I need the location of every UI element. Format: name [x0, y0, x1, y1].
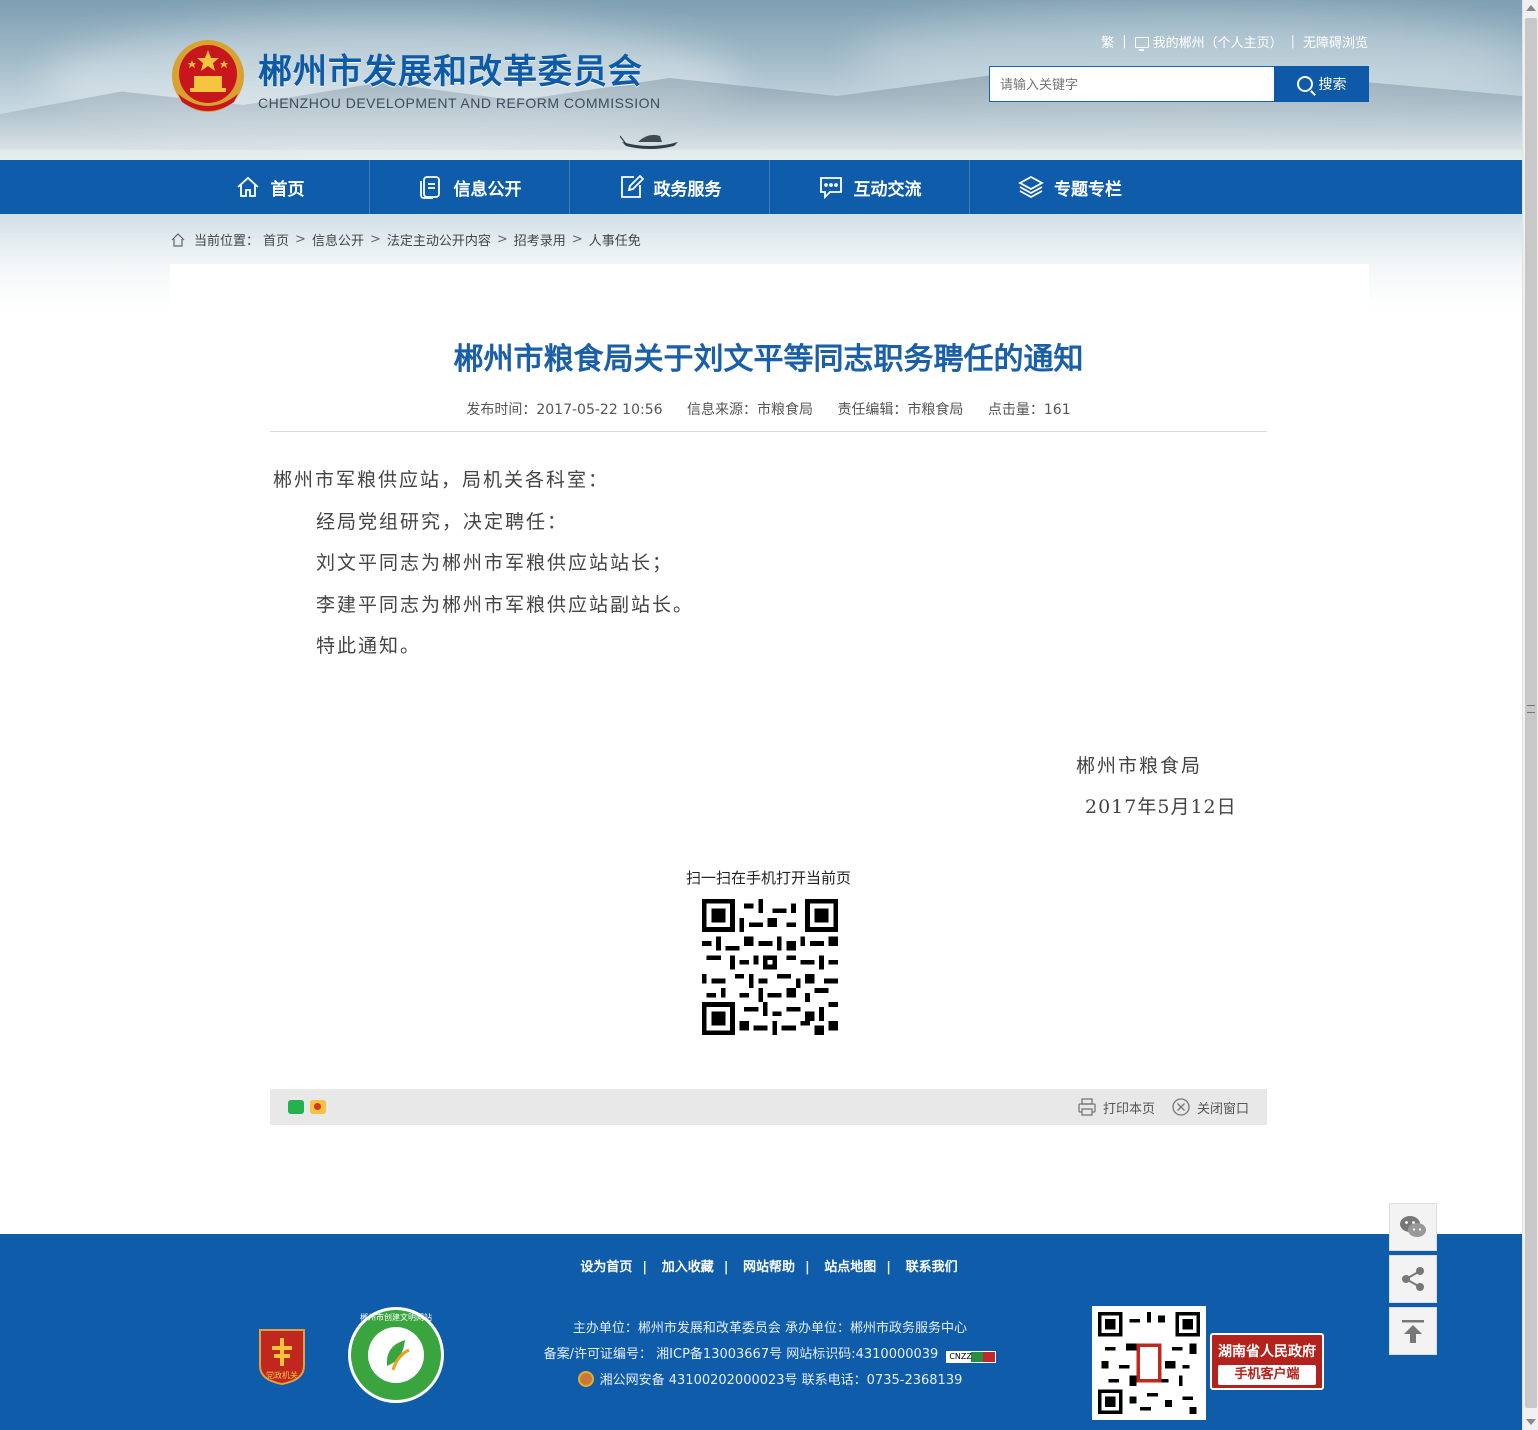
search-input[interactable]: [989, 66, 1274, 102]
qr-caption: 扫一扫在手机打开当前页: [685, 869, 851, 887]
editor: 责任编辑：市粮食局: [837, 402, 964, 418]
nav-info-public[interactable]: 信息公开: [370, 160, 570, 214]
footer-link-add-favorite[interactable]: 加入收藏: [662, 1260, 714, 1275]
app-qr-code-icon: [1098, 1312, 1200, 1414]
site-footer: 设为首页 | 加入收藏 | 网站帮助 | 站点地图 | 联系我们 党政机关 郴州市创建文…: [0, 1234, 1522, 1430]
close-icon: [1172, 1098, 1190, 1116]
scroll-grip-icon: [1527, 705, 1535, 713]
phone-icon: 手机客户端: [1218, 1365, 1316, 1385]
icp-line: 备案/许可证编号： 湘ICP备13003667号 网站标识码:431000003…: [440, 1342, 1100, 1368]
nav-special-topics[interactable]: 专题专栏: [970, 160, 1170, 214]
breadcrumb: 当前位置： 首页 > 信息公开 > 法定主动公开内容 > 招考录用 > 人事任免: [170, 230, 641, 249]
paragraph: 李建平同志为郴州市军粮供应站副站长。: [316, 593, 695, 616]
breadcrumb-item[interactable]: 信息公开: [312, 230, 364, 249]
article-toolbar: 打印本页 关闭窗口: [270, 1089, 1267, 1125]
share-button[interactable]: [1389, 1255, 1437, 1303]
home-icon: [236, 176, 259, 197]
close-window-button[interactable]: 关闭窗口: [1171, 1097, 1249, 1117]
page-qr-code: [702, 899, 838, 1035]
top-links: 繁 | 我的郴州（个人主页） | 无障碍浏览: [1101, 32, 1368, 51]
boat-illustration: [620, 134, 678, 149]
footer-links: 设为首页 | 加入收藏 | 网站帮助 | 站点地图 | 联系我们: [580, 1260, 958, 1275]
edit-icon: [620, 174, 644, 198]
wechat-icon: [1400, 1216, 1426, 1237]
national-emblem-icon: [172, 40, 244, 112]
nav-interaction[interactable]: 互动交流: [770, 160, 970, 214]
signature-block: 郴州市粮食局 2017年5月12日: [1076, 746, 1237, 828]
sign-date: 2017年5月12日: [1085, 796, 1237, 818]
nav-home[interactable]: 首页: [170, 160, 370, 214]
traditional-chinese-link[interactable]: 繁: [1101, 32, 1114, 51]
cnnic-badge-icon[interactable]: CNZZ: [946, 1351, 997, 1363]
breadcrumb-prefix: 当前位置：: [194, 234, 260, 249]
footer-link-set-homepage[interactable]: 设为首页: [580, 1260, 632, 1275]
wechat-button[interactable]: [1389, 1203, 1437, 1251]
search-bar: 搜索: [989, 66, 1369, 102]
breadcrumb-item[interactable]: 人事任免: [589, 230, 641, 249]
article-body: 郴州市军粮供应站，局机关各科室： 经局党组研究，决定聘任： 刘文平同志为郴州市军…: [273, 460, 694, 668]
signature: 郴州市粮食局: [1076, 755, 1203, 777]
police-badge-icon: [577, 1371, 594, 1387]
wechat-share-icon[interactable]: [288, 1100, 304, 1114]
scroll-thumb[interactable]: [1525, 18, 1537, 1408]
svg-text:党政机关: 党政机关: [266, 1370, 298, 1380]
accessibility-link[interactable]: 无障碍浏览: [1303, 32, 1368, 51]
breadcrumb-item[interactable]: 招考录用: [514, 230, 566, 249]
salutation: 郴州市军粮供应站，局机关各科室：: [273, 469, 610, 491]
article-panel: 郴州市粮食局关于刘文平等同志职务聘任的通知 发布时间：2017-05-22 10…: [170, 264, 1369, 1224]
site-name-english: CHENZHOU DEVELOPMENT AND REFORM COMMISSI…: [258, 94, 661, 111]
my-chenzhou-link[interactable]: 我的郴州（个人主页）: [1134, 32, 1283, 51]
floating-sidebar: [1389, 1203, 1437, 1359]
publish-time: 发布时间：2017-05-22 10:56: [466, 402, 663, 418]
arrow-up-icon: [1402, 1320, 1424, 1343]
print-button[interactable]: 打印本页: [1077, 1097, 1155, 1117]
footer-link-help[interactable]: 网站帮助: [743, 1260, 795, 1275]
breadcrumb-item[interactable]: 首页: [263, 230, 289, 249]
chat-icon: [819, 177, 842, 200]
share-buttons: [288, 1100, 326, 1114]
weibo-share-icon[interactable]: [310, 1100, 326, 1114]
footer-link-contact[interactable]: 联系我们: [906, 1260, 958, 1275]
main-nav: 首页 信息公开 政务服务 互动交流 专题专栏: [0, 160, 1522, 214]
back-to-top-button[interactable]: [1389, 1307, 1437, 1355]
site-name: 郴州市发展和改革委员会: [258, 51, 643, 92]
sponsor-line: 主办单位：郴州市发展和改革委员会 承办单位：郴州市政务服务中心: [572, 1321, 968, 1336]
home-icon: [171, 232, 185, 247]
search-icon: [1296, 76, 1313, 92]
page-scrollbar[interactable]: [1522, 0, 1538, 1430]
paragraph: 刘文平同志为郴州市军粮供应站站长；: [316, 552, 674, 574]
paragraph: 特此通知。: [316, 635, 422, 657]
footer-link-sitemap[interactable]: 站点地图: [824, 1260, 876, 1275]
printer-icon: [1078, 1098, 1096, 1116]
click-count: 点击量：161: [987, 402, 1071, 418]
search-button[interactable]: 搜索: [1274, 66, 1369, 102]
footer-info: 主办单位：郴州市发展和改革委员会 承办单位：郴州市政务服务中心 备案/许可证编号…: [440, 1316, 1100, 1394]
divider: [270, 431, 1267, 432]
scroll-up-icon[interactable]: [1526, 5, 1536, 11]
footer-qr-code: [1092, 1306, 1206, 1420]
breadcrumb-item[interactable]: 法定主动公开内容: [387, 230, 491, 249]
site-logo[interactable]: 郴州市发展和改革委员会 CHENZHOU DEVELOPMENT AND REF…: [170, 38, 661, 116]
police-record-line: 湘公网安备 43100202000023号 联系电话：0735-2368139: [440, 1368, 1100, 1394]
hunan-gov-app-badge[interactable]: 湖南省人民政府 手机客户端: [1210, 1333, 1324, 1390]
svg-text:郴州市创建文明网站: 郴州市创建文明网站: [360, 1312, 432, 1322]
info-source: 信息来源：市粮食局: [686, 402, 813, 418]
share-icon: [1402, 1267, 1424, 1291]
paragraph: 经局党组研究，决定聘任：: [316, 510, 569, 533]
monitor-icon: [1134, 37, 1149, 51]
document-icon: [419, 176, 440, 199]
party-government-badge[interactable]: 党政机关: [256, 1326, 308, 1386]
article-title: 郴州市粮食局关于刘文平等同志职务聘任的通知: [453, 342, 1084, 377]
scroll-down-icon[interactable]: [1526, 1419, 1536, 1425]
civilized-website-badge[interactable]: 郴州市创建文明网站: [347, 1306, 445, 1404]
layers-icon: [1018, 175, 1044, 199]
nav-gov-service[interactable]: 政务服务: [570, 160, 770, 214]
article-meta: 发布时间：2017-05-22 10:56 信息来源：市粮食局 责任编辑：市粮食…: [270, 399, 1267, 419]
